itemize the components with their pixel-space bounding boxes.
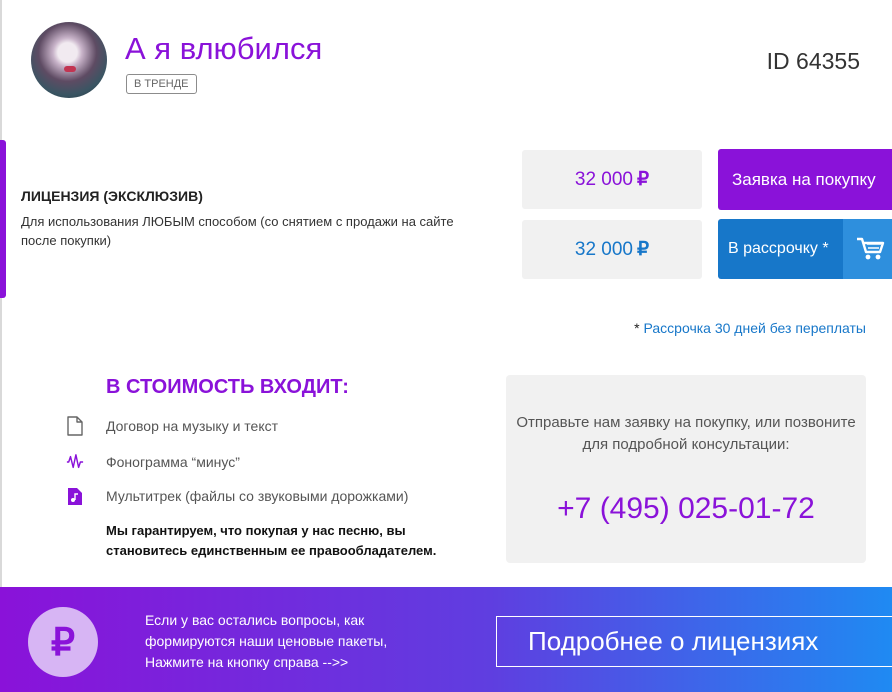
song-cover-avatar [31,22,107,98]
price-full-value: 32 000 [574,168,634,190]
cart-icon [843,219,892,279]
waveform-icon [66,452,84,472]
contact-card: Отправьте нам заявку на покупку, или поз… [506,375,866,563]
song-title: А я влюбился [125,31,323,66]
ownership-guarantee: Мы гарантируем, что покупая у нас песню,… [106,523,437,558]
purchase-request-button[interactable]: Заявка на покупку [718,149,892,210]
trend-badge: В ТРЕНДЕ [126,74,197,94]
music-file-icon [66,486,84,506]
price-full: 32 000 ₽ [522,150,702,209]
includes-title: В СТОИМОСТЬ ВХОДИТ: [106,376,349,398]
footer-banner: ₽ Если у вас остались вопросы, как форми… [0,587,892,692]
installment-button-label: В рассрочку * [728,240,829,257]
ruble-sign: ₽ [637,169,650,190]
ruble-sign: ₽ [637,239,650,260]
include-item-minus: Фонограмма “минус” [106,454,240,470]
license-description: Для использования ЛЮБЫМ способом (со сня… [21,214,454,248]
license-selection-marker [0,140,6,298]
song-id: ID 64355 [766,48,860,74]
license-title: ЛИЦЕНЗИЯ (ЭКСКЛЮЗИВ) [21,188,203,204]
contact-text: Отправьте нам заявку на покупку, или поз… [516,414,856,453]
installment-button[interactable]: В рассрочку * [718,219,892,279]
footer-question-text: Если у вас остались вопросы, как формиру… [145,612,388,670]
phone-number-link[interactable]: +7 (495) 025-01-72 [506,492,866,526]
include-item-multitrack: Мультитрек (файлы со звуковыми дорожками… [106,488,409,504]
installment-note: * Рассрочка 30 дней без переплаты [634,320,866,336]
include-item-contract: Договор на музыку и текст [106,418,279,434]
installment-note-text: Рассрочка 30 дней без переплаты [643,320,866,336]
ruble-icon: ₽ [28,607,98,677]
price-installment-value: 32 000 [574,238,634,260]
price-installment: 32 000 ₽ [522,220,702,279]
licenses-details-button[interactable]: Подробнее о лицензиях [496,616,892,667]
document-icon [66,416,84,436]
